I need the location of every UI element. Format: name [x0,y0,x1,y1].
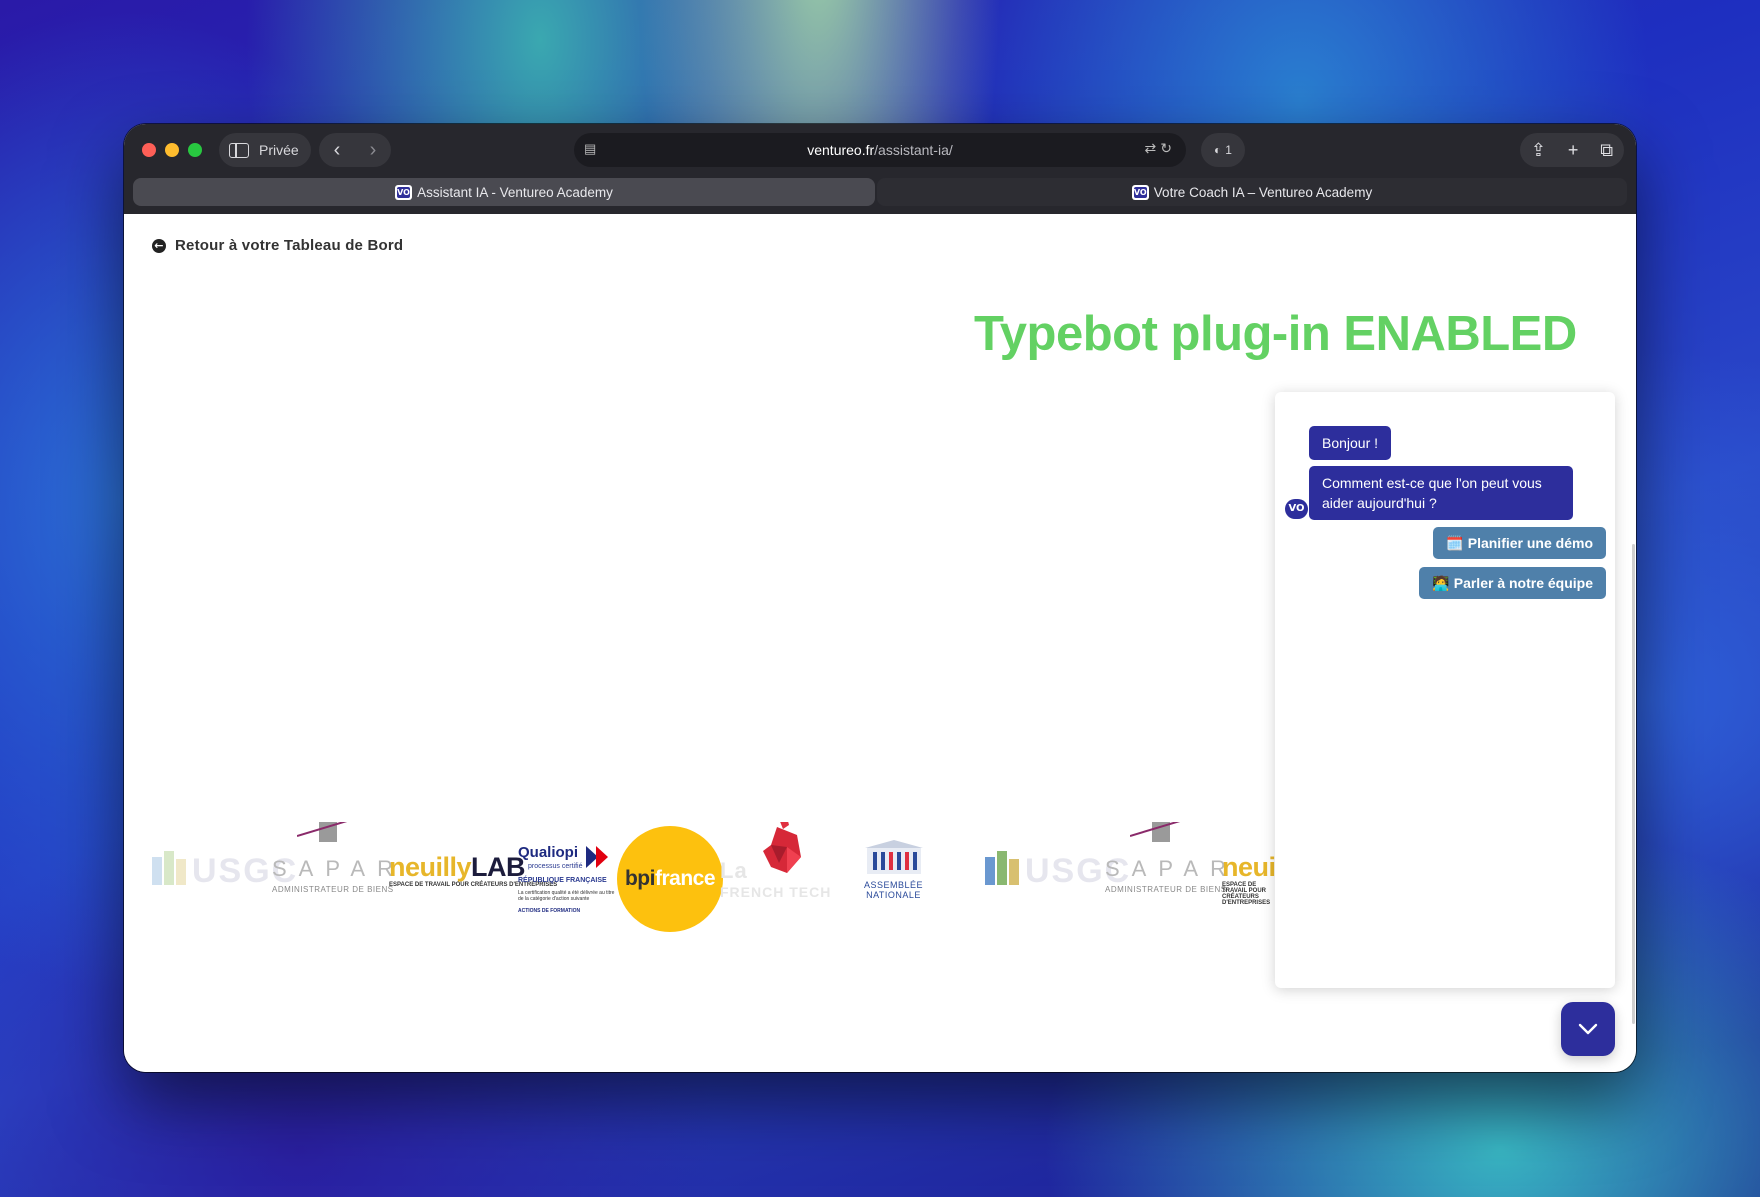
page-scrollbar[interactable] [1632,544,1635,1024]
shield-icon: ◐ [1214,143,1222,157]
tab-assistant-ia[interactable]: VO Assistant IA - Ventureo Academy [133,178,875,206]
browser-toolbar: Privée ‹ › ▤ ventureo.fr/assistant-ia/ ⇄… [124,124,1636,214]
url-host: ventureo.fr [807,142,875,158]
url-path: /assistant-ia/ [874,142,953,158]
chevron-down-icon [1578,1023,1598,1035]
address-bar[interactable]: ▤ ventureo.fr/assistant-ia/ ⇄↻ [574,133,1186,167]
sapar-emblem-icon [297,822,348,842]
page-settings-icon[interactable]: ▤ [584,141,598,157]
tab-coach-ia[interactable]: VO Votre Coach IA – Ventureo Academy [877,178,1627,206]
usgc-building-icon [985,851,1019,885]
french-tech-label: FRENCH TECH [720,884,832,900]
private-label: Privée [259,142,299,158]
qualiopi-logo: Qualiopi [518,844,578,861]
bot-avatar: VO [1285,499,1308,519]
sidebar-toggle-button[interactable]: Privée [219,133,311,167]
assemblee-building-icon [865,840,923,874]
toolbar-right-group: ⇪ + ⧉ [1520,133,1624,167]
tab-label: Assistant IA - Ventureo Academy [417,184,613,200]
bot-message: Comment est-ce que l'on peut vous aider … [1309,466,1573,520]
back-arrow-icon[interactable]: ‹ [322,139,352,162]
translate-reload-icons[interactable]: ⇄↻ [1145,140,1176,157]
minimize-window-button[interactable] [165,143,179,157]
browser-window: Privée ‹ › ▤ ventureo.fr/assistant-ia/ ⇄… [124,124,1636,1072]
qualiopi-note: La certification qualité a été délivrée … [518,890,615,902]
neuillylab-logo: neuillyLAB [1222,852,1275,882]
plan-demo-button[interactable]: 🗓️ Planifier une démo [1433,527,1606,559]
close-window-button[interactable] [142,143,156,157]
ventureo-favicon-icon: VO [395,184,413,200]
qualiopi-subtitle: processus certifié [528,863,583,870]
sapar-subtitle: ADMINISTRATEUR DE BIENS [272,885,394,894]
forward-arrow-icon[interactable]: › [358,139,388,162]
assemblee-logo: ASSEMBLÉE NATIONALE [864,880,924,900]
tab-overview-icon[interactable]: ⧉ [1600,140,1613,161]
qualiopi-actions: ACTIONS DE FORMATION [518,908,581,914]
back-to-dashboard-link[interactable]: ← Retour à votre Tableau de Bord [152,237,403,254]
french-tech-rooster-icon [763,822,801,873]
sapar-subtitle: ADMINISTRATEUR DE BIENS [1105,885,1227,894]
back-link-label: Retour à votre Tableau de Bord [175,237,404,254]
sapar-logo: SAPAR [272,856,405,881]
arrow-left-circle-icon: ← [152,238,166,253]
tab-label: Votre Coach IA – Ventureo Academy [1153,184,1373,200]
usgc-building-icon [152,851,186,885]
qualiopi-rf: RÉPUBLIQUE FRANÇAISE [518,877,607,884]
sapar-emblem-icon [1130,822,1181,842]
neuillylab-logo: neuillyLAB [389,852,526,882]
navigation-controls: ‹ › [319,133,391,167]
bot-message: Bonjour ! [1309,426,1392,460]
fullscreen-window-button[interactable] [188,143,202,157]
talk-to-team-button[interactable]: 🧑‍💻 Parler à notre équipe [1419,567,1606,599]
chat-toggle-button[interactable] [1561,1002,1615,1056]
typebot-chat-panel: Bonjour ! Comment est-ce que l'on peut v… [1275,392,1615,988]
partner-logos-strip: USGC SAPAR ADMINISTRATEUR DE BIENS neuil… [152,822,1275,942]
french-tech-la: La [720,858,748,883]
neuillylab-subtitle: ESPACE DE TRAVAIL POUR CRÉATEURS D'ENTRE… [1222,882,1271,906]
tracker-count: 1 [1225,143,1232,157]
sapar-logo: SAPAR [1105,856,1238,881]
plugin-status-title: Typebot plug-in ENABLED [974,307,1577,361]
sidebar-icon [229,142,249,158]
qualiopi-arrows-icon [586,846,608,868]
bpifrance-logo: bpi france [617,826,723,932]
ventureo-favicon-icon: VO [1131,184,1149,200]
privacy-report-button[interactable]: ◐ 1 [1201,133,1245,167]
new-tab-icon[interactable]: + [1568,140,1579,161]
share-icon[interactable]: ⇪ [1531,140,1546,161]
page-content: ← Retour à votre Tableau de Bord Typebot… [124,214,1636,1072]
